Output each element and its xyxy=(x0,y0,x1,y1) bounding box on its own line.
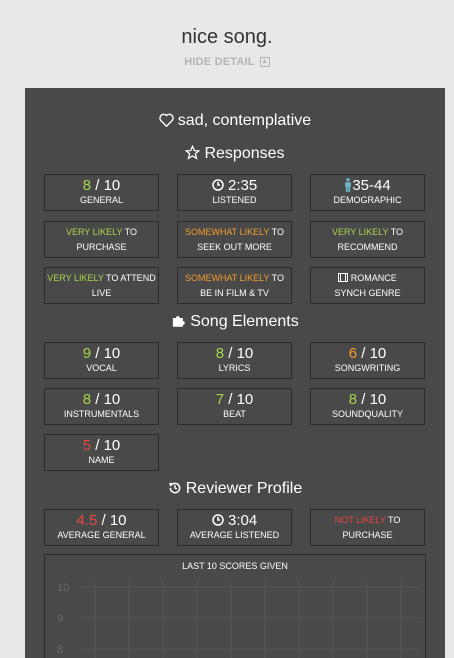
heart-icon xyxy=(159,113,174,127)
element-score: 8 xyxy=(215,345,225,362)
element-score: 7 xyxy=(215,391,225,408)
element-max: / 10 xyxy=(95,391,121,408)
reviewer-purchase-rest: PURCHASE xyxy=(342,530,393,540)
avg-general-max: / 10 xyxy=(101,512,127,529)
avg-listened-value: 3:04 xyxy=(227,512,258,529)
reviewer-purchase-likely: NOT LIKELY xyxy=(334,515,386,525)
avg-general-label: AVERAGE GENERAL xyxy=(57,530,146,540)
element-max: / 10 xyxy=(95,345,121,362)
synch-genre: ROMANCE xyxy=(350,273,397,283)
element-label: VOCAL xyxy=(86,363,117,373)
song-element-card: 6 / 10 SONGWRITING xyxy=(310,342,425,379)
element-score: 6 xyxy=(348,345,358,362)
seek-to: TO xyxy=(271,227,285,237)
star-icon xyxy=(185,144,201,160)
listened-value: 2:35 xyxy=(227,177,258,194)
song-title: nice song. xyxy=(181,26,273,48)
film-to: TO xyxy=(271,273,285,283)
element-max: / 10 xyxy=(361,345,387,362)
song-element-card: 7 / 10 BEAT xyxy=(177,388,292,425)
demographic-card: 35-44 DEMOGRAPHIC xyxy=(310,174,425,211)
synch-genre-card: ROMANCE SYNCH GENRE xyxy=(310,267,425,304)
recommend-card: VERY LIKELY TO RECOMMEND xyxy=(310,221,425,258)
clock-icon xyxy=(212,179,224,191)
element-label: NAME xyxy=(88,455,115,465)
general-max: / 10 xyxy=(95,177,121,194)
song-element-card: 8 / 10 SOUNDQUALITY xyxy=(310,388,425,425)
element-score: 5 xyxy=(82,437,92,454)
general-score-card: 8 / 10 GENERAL xyxy=(44,174,159,211)
purchase-likely: VERY LIKELY xyxy=(65,227,123,237)
seek-more-card: SOMEWHAT LIKELY TO SEEK OUT MORE xyxy=(177,221,292,258)
reviewer-purchase-card: NOT LIKELY TO PURCHASE xyxy=(310,509,425,546)
element-label: SONGWRITING xyxy=(334,363,401,373)
history-icon xyxy=(168,482,181,494)
avg-listened-label: AVERAGE LISTENED xyxy=(189,530,280,540)
film-icon xyxy=(338,273,349,282)
purchase-card: VERY LIKELY TO PURCHASE xyxy=(44,221,159,258)
mood-heading: sad, contemplative xyxy=(25,112,445,130)
element-score: 9 xyxy=(82,345,92,362)
y-tick-label: 9 xyxy=(57,613,63,625)
recommend-rest: RECOMMEND xyxy=(337,242,398,252)
puzzle-icon xyxy=(173,316,185,327)
song-element-card: 9 / 10 VOCAL xyxy=(44,342,159,379)
reviewer-heading: Reviewer Profile xyxy=(25,480,445,498)
listened-label: LISTENED xyxy=(212,195,257,205)
recommend-to: TO xyxy=(390,227,404,237)
general-score: 8 xyxy=(82,177,92,194)
mood-label: sad, contemplative xyxy=(177,112,312,129)
avg-general-score: 4.5 xyxy=(76,512,98,529)
listened-card: 2:35 LISTENED xyxy=(177,174,292,211)
song-element-card: 5 / 10 NAME xyxy=(44,434,159,471)
demographic-label: DEMOGRAPHIC xyxy=(333,195,402,205)
purchase-to: TO xyxy=(124,227,138,237)
hide-detail-label: HIDE DETAIL xyxy=(184,56,255,68)
element-label: SOUNDQUALITY xyxy=(331,409,403,419)
purchase-rest: PURCHASE xyxy=(76,242,127,252)
attend-likely: VERY LIKELY xyxy=(47,273,104,283)
element-label: BEAT xyxy=(223,409,246,419)
song-elements-heading: Song Elements xyxy=(25,313,445,331)
y-tick-label: 10 xyxy=(57,582,69,594)
element-score: 8 xyxy=(82,391,92,408)
reviewer-title: Reviewer Profile xyxy=(185,480,303,497)
last-scores-chart: LAST 10 SCORES GIVEN 10 9 8 xyxy=(44,554,426,658)
element-label: LYRICS xyxy=(218,363,251,373)
clock-icon xyxy=(212,514,224,526)
avg-general-card: 4.5 / 10 AVERAGE GENERAL xyxy=(44,509,159,546)
attend-to: TO ATTEND xyxy=(106,273,156,283)
seek-rest: SEEK OUT MORE xyxy=(197,242,272,252)
reviewer-purchase-to: TO xyxy=(388,515,401,525)
song-elements-title: Song Elements xyxy=(190,313,299,330)
attend-live-card: VERY LIKELY TO ATTEND LIVE xyxy=(44,267,159,304)
element-max: / 10 xyxy=(228,391,254,408)
element-max: / 10 xyxy=(361,391,387,408)
element-label: INSTRUMENTALS xyxy=(63,409,140,419)
element-max: / 10 xyxy=(95,437,121,454)
attend-rest: LIVE xyxy=(91,288,112,298)
element-max: / 10 xyxy=(228,345,254,362)
film-tv-card: SOMEWHAT LIKELY TO BE IN FILM & TV xyxy=(177,267,292,304)
recommend-likely: VERY LIKELY xyxy=(331,227,389,237)
responses-title: Responses xyxy=(204,145,285,162)
hide-detail-link[interactable]: HIDE DETAIL ▴ xyxy=(0,56,454,68)
song-element-card: 8 / 10 INSTRUMENTALS xyxy=(44,388,159,425)
synch-rest: SYNCH GENRE xyxy=(334,288,401,298)
song-element-card: 8 / 10 LYRICS xyxy=(177,342,292,379)
chart-plot: 10 9 8 xyxy=(57,580,420,658)
seek-likely: SOMEWHAT LIKELY xyxy=(184,227,270,237)
detail-panel: sad, contemplative Responses 8 / 10 GENE… xyxy=(25,88,445,658)
demographic-value: 35-44 xyxy=(352,177,391,194)
collapse-icon: ▴ xyxy=(259,57,270,68)
film-likely: SOMEWHAT LIKELY xyxy=(184,273,270,283)
general-label: GENERAL xyxy=(79,195,123,205)
responses-heading: Responses xyxy=(25,144,445,163)
element-score: 8 xyxy=(348,391,358,408)
avg-listened-card: 3:04 AVERAGE LISTENED xyxy=(177,509,292,546)
y-tick-label: 8 xyxy=(57,644,63,656)
film-rest: BE IN FILM & TV xyxy=(200,288,269,298)
